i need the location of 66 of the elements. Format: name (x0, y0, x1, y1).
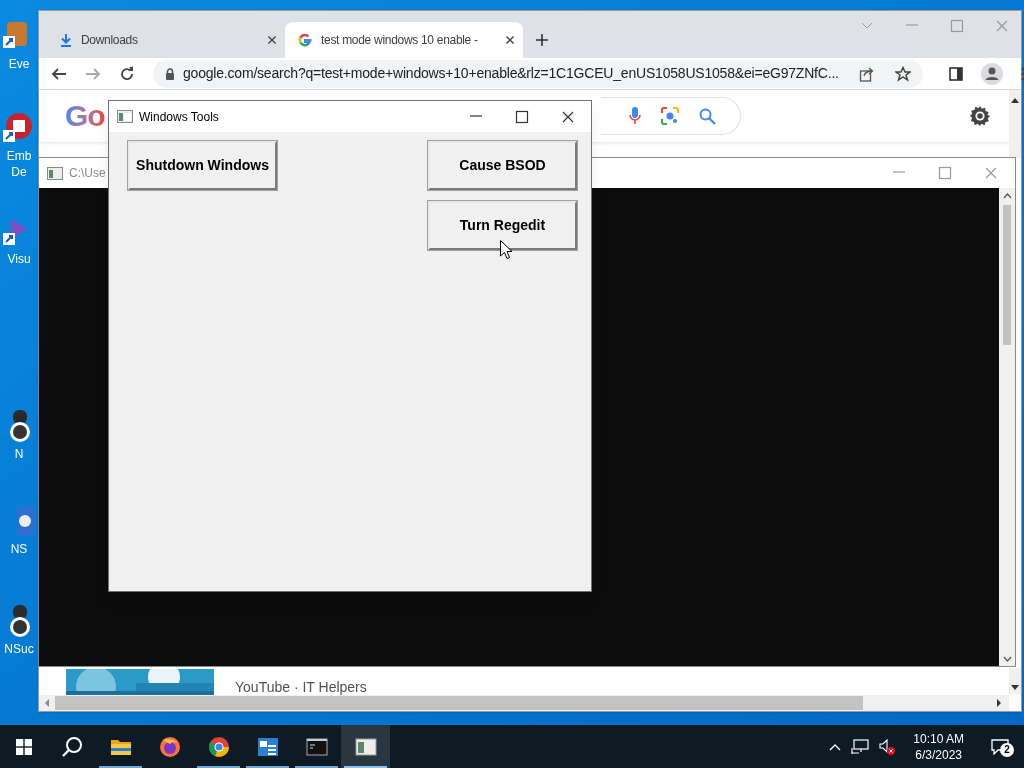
app-button[interactable]: Shutdown Windows (128, 141, 277, 190)
side-panel-icon[interactable] (948, 66, 963, 81)
camera-lens-icon[interactable] (661, 107, 679, 125)
shortcut-icon[interactable] (3, 112, 35, 144)
browser-tab[interactable]: test mode windows 10 enable - (285, 22, 523, 58)
network-icon[interactable] (851, 738, 870, 755)
reload-icon[interactable] (119, 65, 135, 82)
chrome-icon (207, 735, 230, 758)
profile-icon[interactable] (980, 62, 1003, 85)
scroll-down-icon[interactable] (1011, 685, 1019, 691)
windows-start-icon[interactable] (16, 738, 32, 755)
scrollbar-thumb[interactable] (1003, 205, 1011, 345)
scrollbar-thumb[interactable] (55, 696, 863, 710)
close-icon[interactable] (505, 35, 515, 45)
close-icon[interactable] (267, 35, 277, 45)
scroll-left-icon[interactable] (43, 699, 51, 707)
cursor-icon (500, 240, 512, 259)
firefox-icon (158, 735, 181, 758)
share-icon[interactable] (858, 65, 875, 82)
settings-icon[interactable] (969, 105, 991, 127)
app-icon (354, 735, 377, 758)
volume-muted-icon[interactable] (879, 738, 896, 755)
icon-label: Eve (7, 56, 31, 72)
window-title: C:\Use (69, 165, 106, 182)
window-title: Windows Tools (139, 108, 219, 126)
tab-title: Downloads (81, 32, 138, 49)
microphone-icon[interactable] (629, 107, 641, 125)
clock-date[interactable]: 6/3/2023 (915, 746, 962, 763)
horizontal-scrollbar[interactable] (39, 695, 1009, 711)
app-button[interactable]: Cause BSOD (428, 141, 577, 190)
lock-icon (165, 67, 175, 80)
console-icon (47, 166, 63, 180)
clock-time[interactable]: 10:10 AM (913, 730, 964, 747)
icon-label: NSuc (3, 641, 35, 657)
vertical-scrollbar[interactable] (999, 188, 1015, 666)
google-icon (297, 32, 313, 48)
scroll-right-icon[interactable] (995, 699, 1003, 707)
chevron-up-icon[interactable] (829, 742, 842, 751)
notification-icon[interactable] (991, 738, 1009, 755)
icon-label: NS (9, 541, 29, 557)
tab-title: test mode windows 10 enable - (321, 32, 478, 49)
taskbar-button[interactable] (341, 725, 390, 768)
address-bar[interactable]: google.com/search?q=test+mode+windows+10+enable&rlz=1C1GCEU_enUS1058US1058&ei=eG97ZNfC... (153, 59, 923, 88)
more-icon[interactable] (1020, 66, 1024, 81)
scroll-up-icon[interactable] (1002, 193, 1012, 199)
icon-label: Emb De (5, 148, 33, 180)
scrollbar-track[interactable] (1009, 668, 1021, 694)
back-icon[interactable] (51, 65, 67, 82)
close-icon[interactable] (561, 109, 575, 124)
search-icon[interactable] (61, 735, 83, 758)
maximize-icon[interactable] (515, 109, 529, 124)
scroll-down-icon[interactable] (1002, 656, 1012, 662)
download-icon (59, 33, 73, 47)
scroll-up-icon[interactable] (1011, 97, 1019, 103)
app-icon (256, 735, 279, 758)
console-icon (305, 735, 328, 758)
notification-badge: 2 (1000, 743, 1014, 757)
app-icon (117, 110, 133, 123)
new-tab-icon[interactable] (535, 33, 549, 47)
icon-label: N (13, 446, 25, 462)
url-text: google.com/search?q=test+mode+windows+10+enable&rlz=1C1GCEU_enUS1058US1058&ei=eG97ZNfC... (183, 64, 839, 83)
vertical-scrollbar[interactable] (1009, 90, 1021, 158)
app-button[interactable]: Turn Regedit (428, 201, 577, 250)
icon-label: Visu (6, 251, 32, 267)
star-icon[interactable] (894, 65, 911, 82)
result-source: YouTube · IT Helpers (235, 679, 367, 695)
